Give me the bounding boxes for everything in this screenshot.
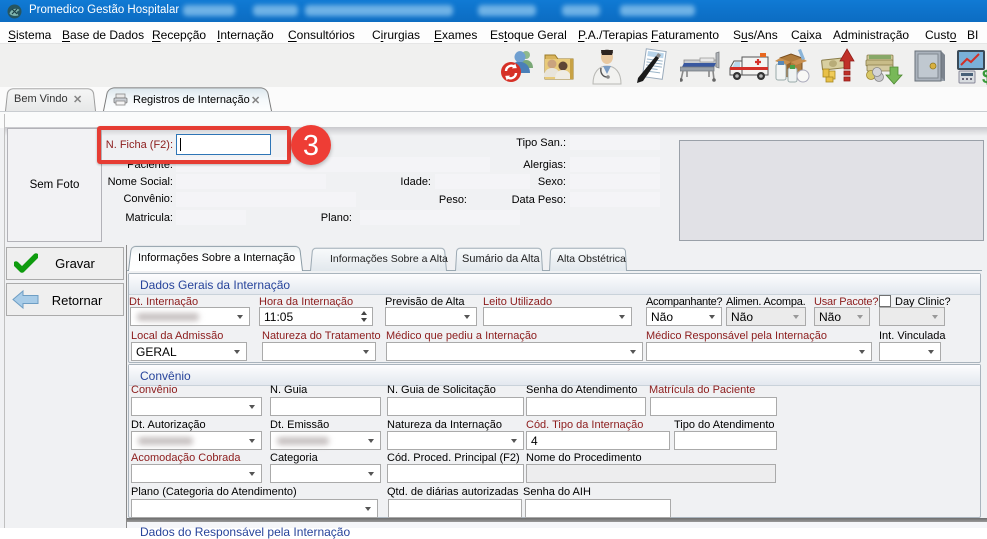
svg-text:$: $: [982, 67, 987, 85]
